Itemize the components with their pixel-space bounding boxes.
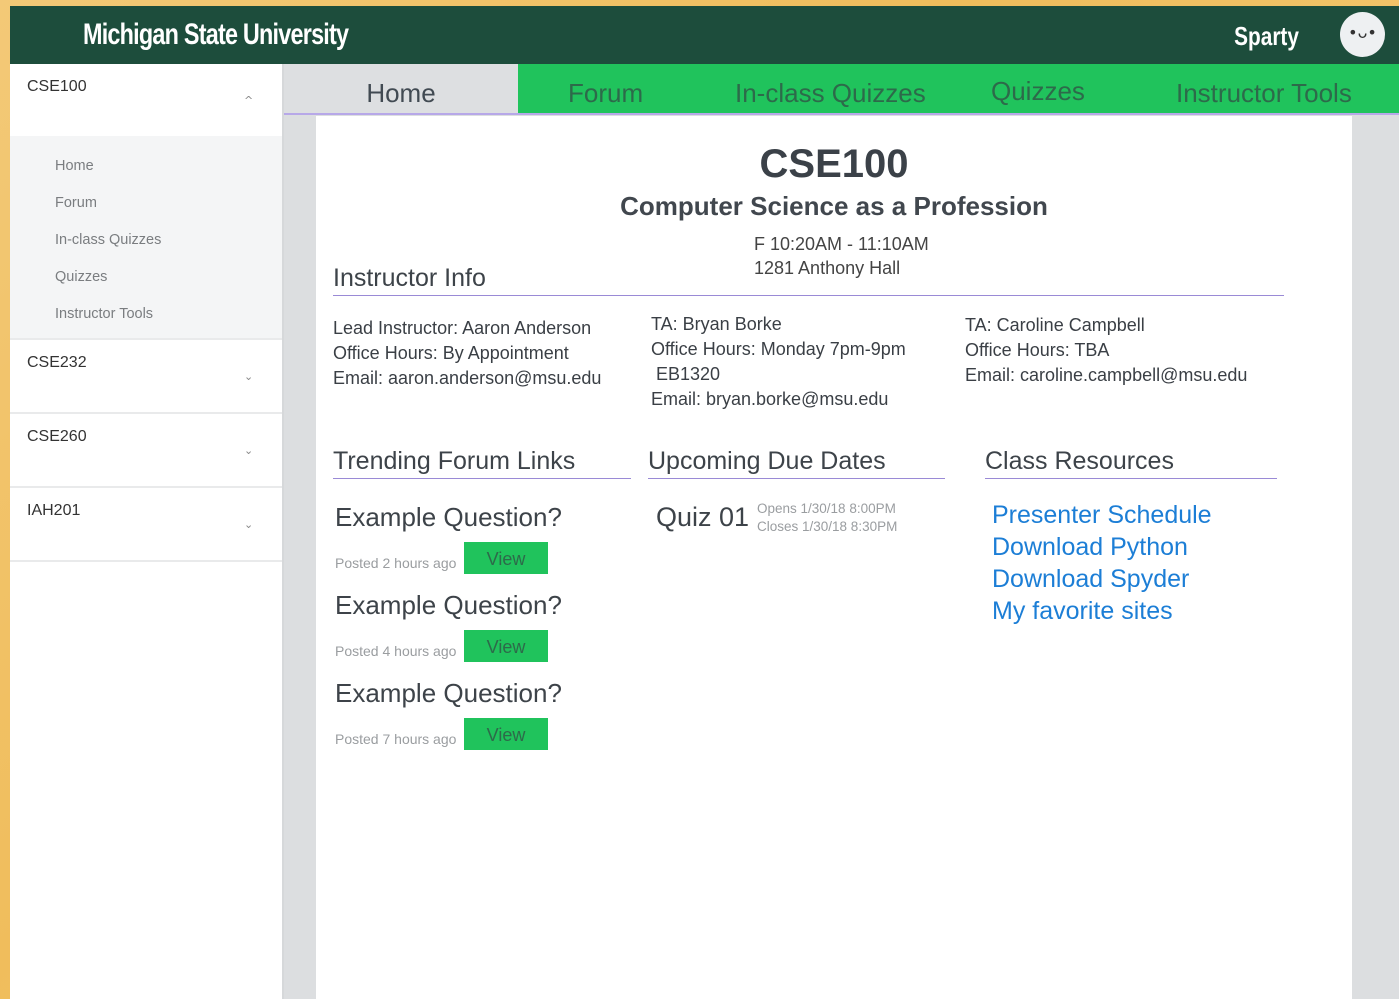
view-button[interactable]: View: [464, 630, 548, 662]
tab-forum[interactable]: Forum: [568, 64, 643, 113]
chevron-down-icon[interactable]: ⌄: [244, 518, 253, 531]
info-email[interactable]: Email: aaron.anderson@msu.edu: [333, 366, 601, 391]
sidebar: CSE100 ^ Home Forum In-class Quizzes Qui…: [10, 64, 284, 999]
nav-tabs: Home Forum In-class Quizzes Quizzes Inst…: [284, 64, 1399, 115]
tab-in-class-quizzes[interactable]: In-class Quizzes: [735, 64, 926, 113]
avatar-face-icon: •ᴗ•: [1348, 23, 1377, 42]
forum-post-meta: Posted 7 hours ago: [335, 731, 457, 747]
info-line: TA: Caroline Campbell: [965, 315, 1145, 335]
info-line: Office Hours: Monday 7pm-9pm: [651, 339, 906, 359]
submenu-item-instructor-tools[interactable]: Instructor Tools: [10, 302, 282, 339]
username-label[interactable]: Sparty: [1234, 21, 1299, 52]
tab-quizzes[interactable]: Quizzes: [991, 62, 1085, 111]
instructor-card-lead: Lead Instructor: Aaron Anderson Office H…: [333, 316, 601, 391]
sidebar-course-cse260[interactable]: CSE260 ⌄: [10, 414, 282, 488]
resource-link-presenter-schedule[interactable]: Presenter Schedule: [992, 501, 1212, 530]
due-closes: Closes 1/30/18 8:30PM: [757, 519, 898, 534]
due-opens: Opens 1/30/18 8:00PM: [757, 501, 896, 516]
sidebar-course-cse232[interactable]: CSE232 ⌄: [10, 340, 282, 414]
app-window: Michigan State University Sparty •ᴗ• CSE…: [10, 6, 1399, 999]
forum-post-title[interactable]: Example Question?: [335, 502, 562, 533]
info-line: EB1320: [651, 364, 721, 384]
trending-forum-heading: Trending Forum Links: [333, 447, 631, 479]
forum-post-meta: Posted 2 hours ago: [335, 555, 457, 571]
course-header[interactable]: CSE260 ⌄: [10, 414, 282, 486]
due-item-name[interactable]: Quiz 01: [656, 502, 749, 533]
right-gutter: [1352, 116, 1399, 999]
top-bar: Michigan State University Sparty •ᴗ•: [10, 6, 1399, 64]
brand-title[interactable]: Michigan State University: [83, 18, 349, 52]
upcoming-due-heading: Upcoming Due Dates: [648, 447, 945, 479]
instructor-info-heading: Instructor Info: [333, 264, 1284, 296]
info-line: Lead Instructor: Aaron Anderson: [333, 318, 592, 338]
course-time: F 10:20AM - 11:10AM: [754, 234, 929, 254]
info-email[interactable]: Email: caroline.campbell@msu.edu: [965, 363, 1247, 388]
chevron-up-icon[interactable]: ^: [244, 94, 253, 107]
course-title: CSE260: [27, 428, 87, 445]
course-header[interactable]: CSE232 ⌄: [10, 340, 282, 412]
resource-link-favorite-sites[interactable]: My favorite sites: [992, 597, 1173, 626]
forum-post-title[interactable]: Example Question?: [335, 678, 562, 709]
sidebar-course-cse100[interactable]: CSE100 ^ Home Forum In-class Quizzes Qui…: [10, 64, 282, 340]
info-line: Office Hours: By Appointment: [333, 343, 569, 363]
instructor-card-ta-bryan: TA: Bryan Borke Office Hours: Monday 7pm…: [651, 312, 906, 412]
course-header[interactable]: IAH201 ⌄: [10, 488, 282, 560]
course-header[interactable]: CSE100 ^: [10, 64, 282, 136]
course-home-card: CSE100 Computer Science as a Profession …: [316, 116, 1352, 999]
course-title: CSE232: [27, 354, 87, 371]
forum-post-title[interactable]: Example Question?: [335, 590, 562, 621]
avatar[interactable]: •ᴗ•: [1340, 12, 1385, 57]
info-line: Office Hours: TBA: [965, 340, 1110, 360]
class-resources-heading: Class Resources: [985, 447, 1277, 479]
view-button[interactable]: View: [464, 542, 548, 574]
info-email[interactable]: Email: bryan.borke@msu.edu: [651, 387, 906, 412]
view-button[interactable]: View: [464, 718, 548, 750]
chevron-down-icon[interactable]: ⌄: [244, 444, 253, 457]
submenu-item-in-class-quizzes[interactable]: In-class Quizzes: [10, 228, 282, 265]
course-title: CSE100: [27, 78, 87, 95]
course-submenu: Home Forum In-class Quizzes Quizzes Inst…: [10, 136, 282, 338]
resource-link-download-python[interactable]: Download Python: [992, 533, 1188, 562]
info-line: TA: Bryan Borke: [651, 314, 782, 334]
instructor-card-ta-caroline: TA: Caroline Campbell Office Hours: TBA …: [965, 313, 1247, 388]
submenu-item-forum[interactable]: Forum: [10, 191, 282, 228]
course-title: IAH201: [27, 502, 81, 519]
course-code-title: CSE100: [759, 142, 909, 186]
sidebar-course-iah201[interactable]: IAH201 ⌄: [10, 488, 282, 562]
forum-post-meta: Posted 4 hours ago: [335, 643, 457, 659]
due-item-dates: Opens 1/30/18 8:00PM Closes 1/30/18 8:30…: [757, 500, 897, 536]
course-name-subtitle: Computer Science as a Profession: [620, 191, 1048, 221]
submenu-item-quizzes[interactable]: Quizzes: [10, 265, 282, 302]
resource-link-download-spyder[interactable]: Download Spyder: [992, 565, 1189, 594]
tab-home[interactable]: Home: [284, 64, 518, 113]
submenu-item-home[interactable]: Home: [10, 154, 282, 191]
chevron-down-icon[interactable]: ⌄: [244, 370, 253, 383]
tab-instructor-tools[interactable]: Instructor Tools: [1176, 64, 1352, 113]
